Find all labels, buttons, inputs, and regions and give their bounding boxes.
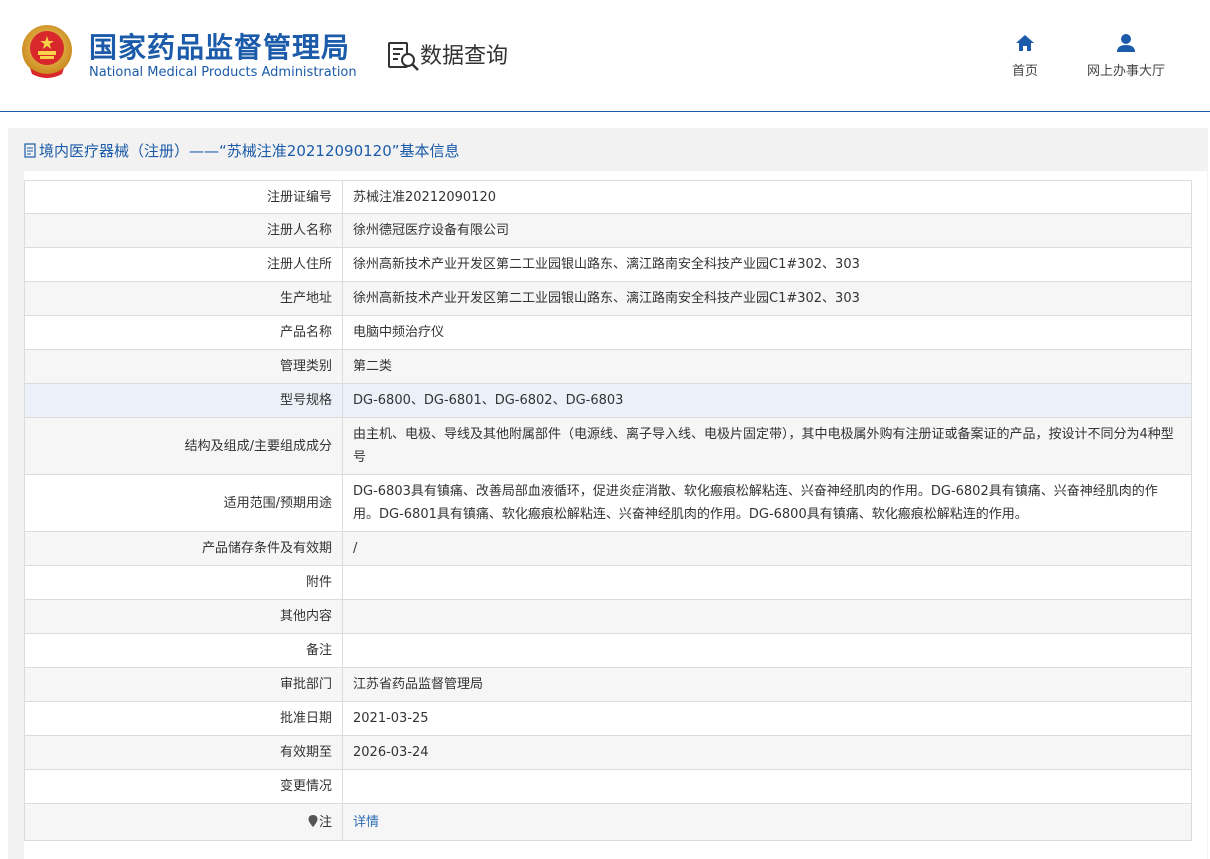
panel-title-text: 境内医疗器械（注册）——“苏械注准20212090120”基本信息 bbox=[39, 141, 460, 160]
data-query-title: 数据查询 bbox=[420, 44, 509, 69]
field-label: 注册人住所 bbox=[24, 247, 343, 282]
table-row: 管理类别 第二类 bbox=[24, 349, 1192, 384]
field-value: 电脑中频治疗仪 bbox=[342, 315, 1192, 350]
table-row: 有效期至 2026-03-24 bbox=[24, 735, 1192, 770]
national-emblem-icon bbox=[22, 25, 72, 78]
nav-home-label: 首页 bbox=[1011, 64, 1038, 79]
document-icon bbox=[24, 142, 36, 158]
field-label: 有效期至 bbox=[24, 735, 343, 770]
field-label: 注册证编号 bbox=[24, 180, 343, 214]
field-value: 由主机、电极、导线及其他附属部件（电源线、离子导入线、电极片固定带），其中电极属… bbox=[342, 417, 1192, 475]
table-row: 生产地址 徐州高新技术产业开发区第二工业园银山路东、漓江路南安全科技产业园C1#3… bbox=[24, 281, 1192, 316]
table-row: 注册人名称 徐州德冠医疗设备有限公司 bbox=[24, 213, 1192, 248]
table-row: 注册人住所 徐州高新技术产业开发区第二工业园银山路东、漓江路南安全科技产业园C1#… bbox=[24, 247, 1192, 282]
field-value: 徐州高新技术产业开发区第二工业园银山路东、漓江路南安全科技产业园C1#302、3… bbox=[342, 247, 1192, 282]
field-value bbox=[342, 633, 1192, 668]
field-label: 备注 bbox=[24, 633, 343, 668]
field-label: 批准日期 bbox=[24, 701, 343, 736]
table-row: 附件 bbox=[24, 565, 1192, 600]
home-icon bbox=[1016, 35, 1034, 51]
field-value: DG-6803具有镇痛、改善局部血液循环，促进炎症消散、软化瘢痕松解粘连、兴奋神… bbox=[342, 474, 1192, 532]
nav-online-hall-label: 网上办事大厅 bbox=[1086, 64, 1165, 79]
table-row: 变更情况 bbox=[24, 769, 1192, 804]
note-label: 注 bbox=[318, 814, 332, 830]
field-value bbox=[342, 769, 1192, 804]
table-row: 批准日期 2021-03-25 bbox=[24, 701, 1192, 736]
table-row: 备注 bbox=[24, 633, 1192, 668]
field-value: DG-6800、DG-6801、DG-6802、DG-6803 bbox=[342, 383, 1192, 418]
field-label: 产品储存条件及有效期 bbox=[24, 531, 343, 566]
table-row: 产品储存条件及有效期 / bbox=[24, 531, 1192, 566]
agency-name-en[interactable]: National Medical Products Administration bbox=[89, 65, 357, 80]
field-label: 管理类别 bbox=[24, 349, 343, 384]
field-value: 徐州高新技术产业开发区第二工业园银山路东、漓江路南安全科技产业园C1#302、3… bbox=[342, 281, 1192, 316]
registration-info-table: 注册证编号 苏械注准20212090120 注册人名称 徐州德冠医疗设备有限公司 注册人… bbox=[24, 180, 1192, 841]
field-label: 生产地址 bbox=[24, 281, 343, 316]
field-value bbox=[342, 565, 1192, 600]
details-link[interactable]: 详情 bbox=[353, 815, 379, 830]
field-label: 适用范围/预期用途 bbox=[24, 474, 343, 532]
field-label: 注册人名称 bbox=[24, 213, 343, 248]
field-value: 苏械注准20212090120 bbox=[342, 180, 1192, 214]
note-label-cell: 注 bbox=[24, 803, 343, 841]
table-row: 型号规格 DG-6800、DG-6801、DG-6802、DG-6803 bbox=[24, 383, 1192, 418]
field-value: 江苏省药品监督管理局 bbox=[342, 667, 1192, 702]
field-value: 2021-03-25 bbox=[342, 701, 1192, 736]
field-value bbox=[342, 599, 1192, 634]
field-value: 2026-03-24 bbox=[342, 735, 1192, 770]
table-row: 其他内容 bbox=[24, 599, 1192, 634]
table-row: 结构及组成/主要组成成分 由主机、电极、导线及其他附属部件（电源线、离子导入线、电… bbox=[24, 417, 1192, 475]
header-divider bbox=[0, 111, 1210, 112]
field-label: 审批部门 bbox=[24, 667, 343, 702]
field-label: 附件 bbox=[24, 565, 343, 600]
panel-title: 境内医疗器械（注册）——“苏械注准20212090120”基本信息 bbox=[24, 138, 460, 162]
table-row: 适用范围/预期用途 DG-6803具有镇痛、改善局部血液循环，促进炎症消散、软化瘢… bbox=[24, 474, 1192, 532]
agency-name-cn[interactable]: 国家药品监督管理局 bbox=[89, 26, 350, 66]
table-row: 产品名称 电脑中频治疗仪 bbox=[24, 315, 1192, 350]
field-label: 其他内容 bbox=[24, 599, 343, 634]
data-query-icon bbox=[388, 42, 419, 71]
table-row-note: 注 详情 bbox=[24, 803, 1192, 841]
field-value: / bbox=[342, 531, 1192, 566]
field-label: 结构及组成/主要组成成分 bbox=[24, 417, 343, 475]
field-label: 变更情况 bbox=[24, 769, 343, 804]
nav-home-link[interactable]: 首页 bbox=[1000, 32, 1050, 79]
table-row: 审批部门 江苏省药品监督管理局 bbox=[24, 667, 1192, 702]
field-label: 产品名称 bbox=[24, 315, 343, 350]
note-value-cell: 详情 bbox=[342, 803, 1192, 841]
site-header: 国家药品监督管理局 National Medical Products Admi… bbox=[0, 0, 1210, 112]
table-row: 注册证编号 苏械注准20212090120 bbox=[24, 180, 1192, 214]
nav-online-hall-link[interactable]: 网上办事大厅 bbox=[1080, 32, 1172, 79]
pin-icon bbox=[308, 814, 318, 827]
field-value: 徐州德冠医疗设备有限公司 bbox=[342, 213, 1192, 248]
field-value: 第二类 bbox=[342, 349, 1192, 384]
field-label: 型号规格 bbox=[24, 383, 343, 418]
user-icon bbox=[1117, 34, 1135, 52]
